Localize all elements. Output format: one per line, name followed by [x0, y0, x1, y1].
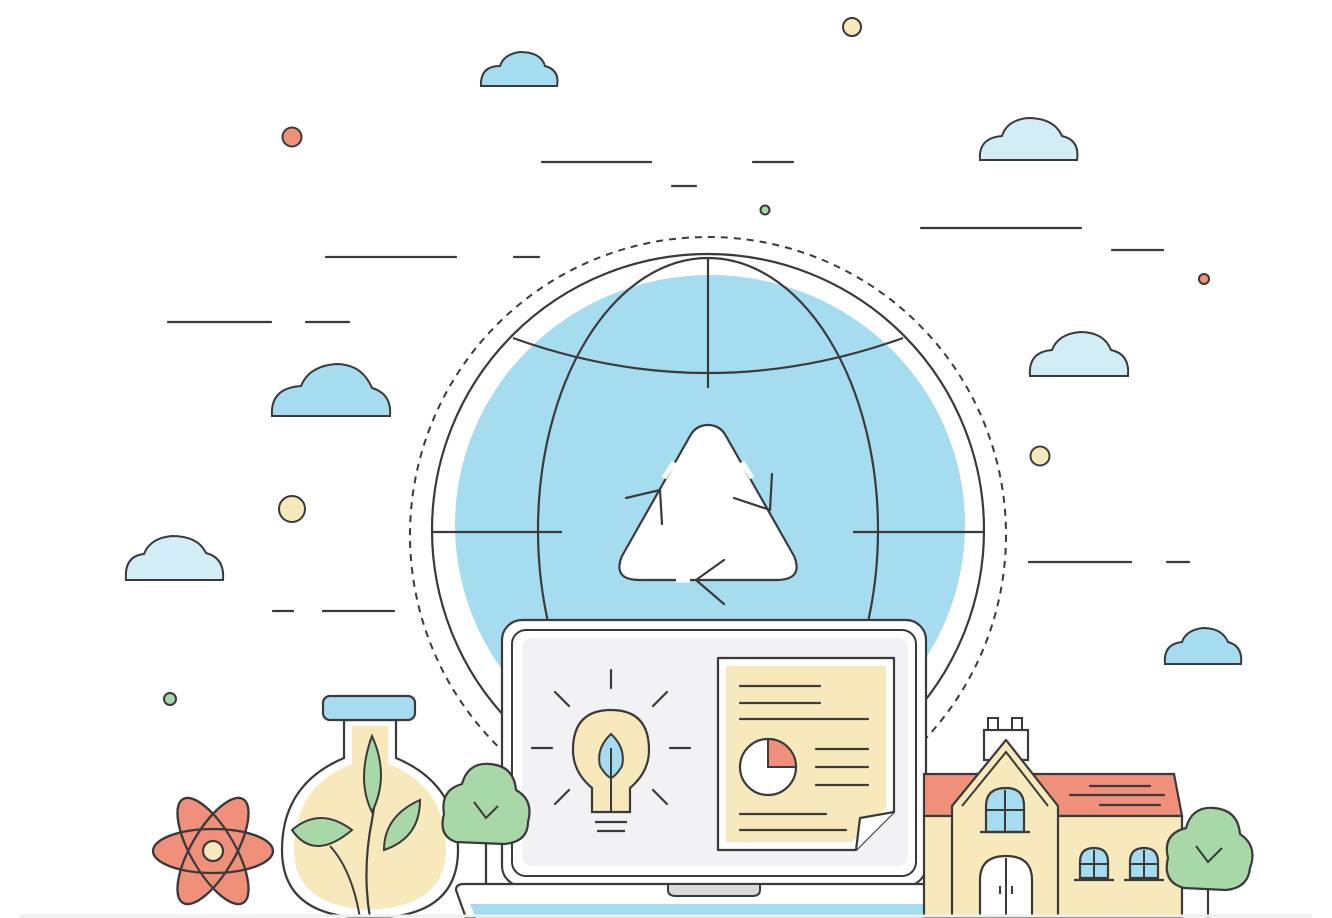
pie-chart-icon [738, 737, 798, 797]
cloud-icon [479, 50, 559, 87]
document-icon [716, 656, 896, 852]
eco-technology-illustration [20, 17, 1312, 918]
cloud-icon [978, 116, 1079, 161]
cloud-icon [1028, 330, 1130, 377]
house-icon [922, 717, 1184, 918]
flask-icon [280, 694, 460, 918]
atom-icon [151, 796, 275, 906]
cloud-icon [270, 362, 392, 417]
cloud-icon [1163, 626, 1243, 665]
cloud-icon [124, 534, 225, 581]
